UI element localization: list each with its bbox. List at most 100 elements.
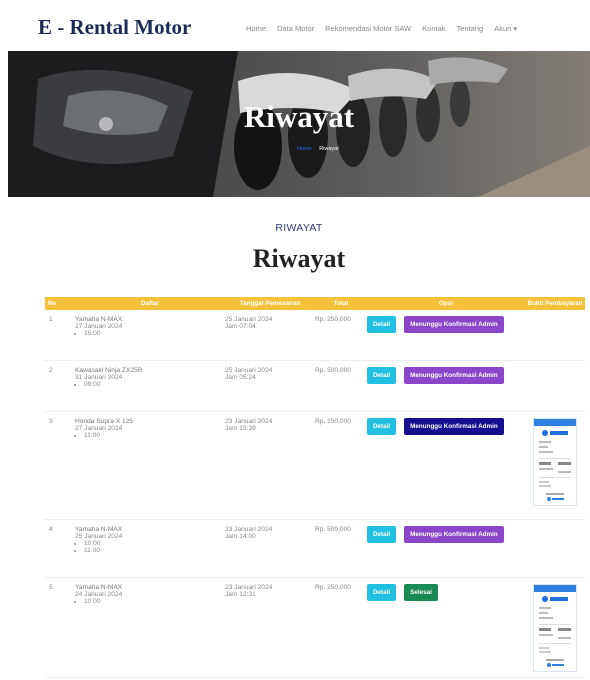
detail-button[interactable]: Detail — [367, 583, 397, 601]
motor-name: Yamaha N-MAX — [75, 316, 123, 323]
row-bukti — [525, 310, 585, 361]
table-header-row: No Daftar Tanggal Pemesanan Total Opsi B… — [45, 297, 585, 310]
row-bukti — [525, 360, 585, 412]
row-bukti — [525, 519, 585, 578]
row-tanggal: 23 Januari 2024 Jam 12:31 — [225, 577, 315, 678]
rental-times: 09:00 — [75, 381, 225, 388]
status-badge: Menunggu Konfirmasi Admin — [404, 366, 504, 384]
nav-tentang[interactable]: Tentang — [457, 24, 484, 33]
rental-time: 11:00 — [84, 547, 225, 554]
history-table: No Daftar Tanggal Pemesanan Total Opsi B… — [45, 297, 585, 678]
brand-logo[interactable]: E - Rental Motor — [38, 15, 191, 40]
hero-banner: Riwayat Home Riwayat — [8, 51, 590, 197]
row-total: Rp. 150,000 — [315, 411, 367, 520]
row-opsi: Detail Selesai — [367, 577, 525, 678]
breadcrumb: Home Riwayat — [297, 146, 339, 152]
motor-name: Yamaha N-MAX — [75, 583, 123, 591]
status-badge: Menunggu Konfirmasi Admin — [404, 417, 504, 435]
rental-date: 31 Januari 2024 — [75, 373, 123, 381]
row-total: Rp. 250,000 — [315, 577, 367, 678]
detail-button[interactable]: Detail — [367, 417, 397, 435]
rental-times: 11:00 — [75, 432, 225, 439]
row-no: 1 — [45, 310, 75, 361]
rental-time: 11:00 — [84, 432, 225, 439]
rental-date: 27 Januari 2024 — [75, 424, 123, 432]
nav-akun-dropdown[interactable]: Akun ▾ — [494, 24, 517, 33]
motor-name: Honda Supra X 125 — [75, 417, 133, 425]
rental-times: 15:00 — [75, 330, 225, 337]
order-time: Jam 07:04 — [225, 323, 256, 330]
table-row: 3 Honda Supra X 125 27 Januari 2024 11:0… — [45, 411, 585, 520]
row-tanggal: 25 Januari 2024 Jam 07:04 — [225, 310, 315, 361]
row-daftar: Honda Supra X 125 27 Januari 2024 11:00 — [75, 411, 225, 520]
order-date: 23 Januari 2024 — [225, 417, 273, 425]
breadcrumb-home-link[interactable]: Home — [297, 146, 312, 152]
row-no: 3 — [45, 411, 75, 520]
breadcrumb-current: Riwayat — [319, 146, 339, 152]
rental-time: 15:00 — [84, 330, 225, 337]
row-daftar: Yamaha N-MAX 27 Januari 2024 15:00 — [75, 310, 225, 361]
rental-date: 24 Januari 2024 — [75, 590, 123, 598]
nav-home[interactable]: Home — [246, 24, 266, 33]
nav-menu: Home Data Motor Rekomendasi Motor SAW Ko… — [246, 24, 528, 33]
order-date: 25 Januari 2024 — [225, 366, 273, 374]
detail-button[interactable]: Detail — [367, 366, 397, 384]
hero-title: Riwayat — [243, 99, 355, 134]
row-daftar: Kawasaki Ninja ZX25R 31 Januari 2024 09:… — [75, 360, 225, 412]
row-daftar: Yamaha N-MAX 24 Januari 2024 10:00 — [75, 577, 225, 678]
motor-name: Yamaha N-MAX — [75, 525, 123, 533]
row-bukti — [525, 411, 585, 520]
detail-button[interactable]: Detail — [367, 525, 397, 543]
order-date: 25 Januari 2024 — [225, 316, 273, 323]
order-time: Jam 05:24 — [225, 373, 256, 381]
header-opsi: Opsi — [367, 297, 525, 310]
section-title: Riwayat — [252, 244, 346, 273]
order-time: Jam 12:31 — [225, 590, 256, 598]
header-total: Total — [315, 297, 367, 310]
status-badge: Menunggu Konfirmasi Admin — [404, 525, 504, 543]
order-date: 23 Januari 2024 — [225, 525, 273, 533]
header-no: No — [45, 297, 75, 310]
page-frame: E - Rental Motor Home Data Motor Rekomen… — [8, 0, 590, 680]
order-time: Jam 14:00 — [225, 532, 256, 540]
rental-date: 27 Januari 2024 — [75, 323, 123, 330]
row-opsi: Detail Menunggu Konfirmasi Admin — [367, 411, 525, 520]
table-row: 1 Yamaha N-MAX 27 Januari 2024 15:00 25 … — [45, 310, 585, 361]
detail-button[interactable]: Detail — [367, 316, 397, 333]
motor-name: Kawasaki Ninja ZX25R — [75, 366, 143, 374]
rental-times: 10:00 11:00 — [75, 540, 225, 554]
row-opsi: Detail Menunggu Konfirmasi Admin — [367, 519, 525, 578]
table-row: 2 Kawasaki Ninja ZX25R 31 Januari 2024 0… — [45, 360, 585, 412]
row-no: 5 — [45, 577, 75, 678]
table-row: 5 Yamaha N-MAX 24 Januari 2024 10:00 23 … — [45, 577, 585, 678]
header-bukti: Bukti Pembayaran — [525, 297, 585, 310]
navbar: E - Rental Motor Home Data Motor Rekomen… — [8, 0, 590, 51]
payment-proof-thumbnail[interactable] — [533, 583, 577, 672]
table-row: 4 Yamaha N-MAX 25 Januari 2024 10:00 11:… — [45, 519, 585, 578]
row-opsi: Detail Menunggu Konfirmasi Admin — [367, 360, 525, 412]
section-subtitle: RIWAYAT — [275, 222, 323, 234]
row-no: 2 — [45, 360, 75, 412]
row-daftar: Yamaha N-MAX 25 Januari 2024 10:00 11:00 — [75, 519, 225, 578]
nav-kontak[interactable]: Kontak — [422, 24, 445, 33]
row-total: Rp. 500,000 — [315, 360, 367, 412]
nav-data-motor[interactable]: Data Motor — [277, 24, 314, 33]
order-date: 23 Januari 2024 — [225, 583, 273, 591]
row-tanggal: 23 Januari 2024 Jam 14:00 — [225, 519, 315, 578]
row-total: Rp. 250,000 — [315, 310, 367, 361]
row-no: 4 — [45, 519, 75, 578]
nav-rekomendasi[interactable]: Rekomendasi Motor SAW — [325, 24, 411, 33]
rental-time: 10:00 — [84, 598, 225, 605]
row-total: Rp. 500,000 — [315, 519, 367, 578]
rental-times: 10:00 — [75, 598, 225, 605]
order-time: Jam 15:39 — [225, 424, 256, 432]
rental-time: 09:00 — [84, 381, 225, 388]
row-bukti — [525, 577, 585, 678]
rental-date: 25 Januari 2024 — [75, 532, 123, 540]
header-tanggal: Tanggal Pemesanan — [225, 297, 315, 310]
header-daftar: Daftar — [75, 297, 225, 310]
row-tanggal: 25 Januari 2024 Jam 05:24 — [225, 360, 315, 412]
rental-time: 10:00 — [84, 540, 225, 547]
row-opsi: Detail Menunggu Konfirmasi Admin — [367, 310, 525, 361]
payment-proof-thumbnail[interactable] — [533, 417, 577, 506]
